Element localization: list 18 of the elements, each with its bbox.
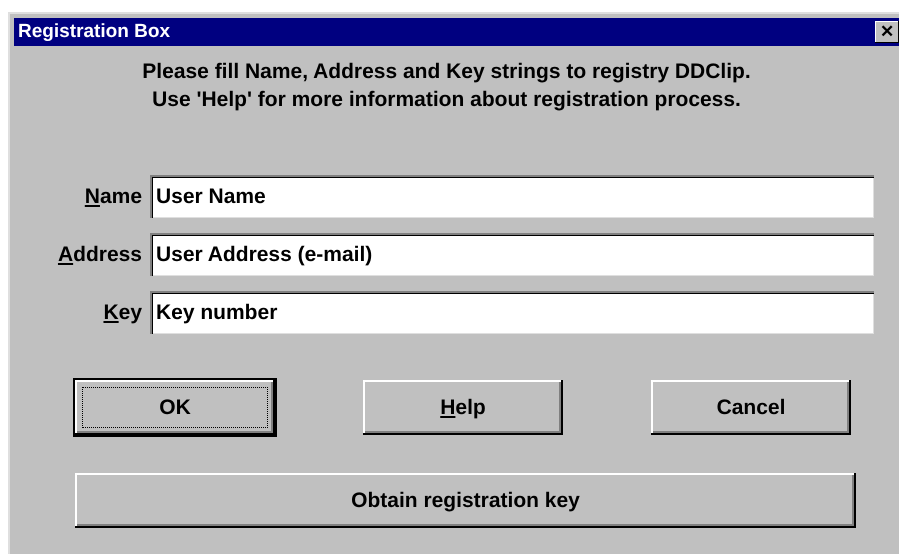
field-label: Name (84, 184, 142, 210)
close-button[interactable]: ✕ (875, 21, 899, 43)
dialog-button[interactable]: Help (363, 380, 563, 435)
focus-outline: Cancel (716, 394, 786, 421)
field-label: Address (56, 242, 142, 268)
focus-outline: Obtain registration key (350, 488, 581, 514)
instruction-text: Use 'Help' for more information about registration process. (152, 88, 741, 111)
input-field[interactable]: Key number (150, 291, 874, 334)
field-label: Key (102, 300, 142, 326)
dialog-button[interactable]: Cancel (651, 380, 851, 435)
input-field[interactable]: User Name (150, 175, 874, 218)
input-field[interactable]: User Address (e-mail) (150, 233, 874, 276)
focus-outline: Help (439, 394, 487, 421)
dialog-button[interactable]: Obtain registration key (75, 473, 856, 528)
focus-outline: OK (82, 387, 268, 428)
window-title: Registration Box (18, 20, 170, 44)
dialog-button[interactable]: OK (75, 380, 275, 435)
instruction-text: Please fill Name, Address and Key strings to registry DDClip. (142, 60, 751, 83)
